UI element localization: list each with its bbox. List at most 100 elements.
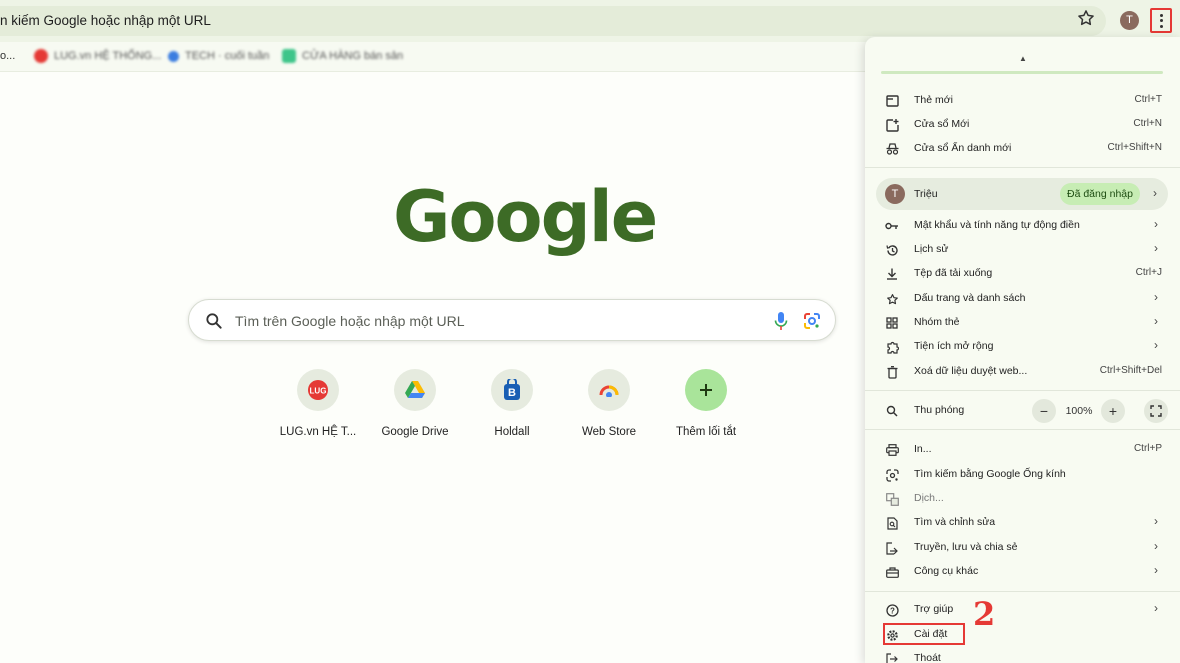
svg-text:LUG: LUG: [310, 387, 327, 396]
puzzle-icon: [885, 340, 899, 354]
menu-item-extensions[interactable]: Tiện ích mở rộng ›: [865, 335, 1180, 359]
menu-item-shortcut: Ctrl+T: [1134, 94, 1163, 105]
shortcut-icon-container: LUG: [297, 369, 339, 411]
menu-item-shortcut: Ctrl+Shift+N: [1107, 142, 1162, 153]
lug-logo-icon: LUG: [308, 380, 328, 400]
menu-item-translate[interactable]: Dịch...: [865, 487, 1180, 511]
menu-item-label: Công cụ khác: [914, 565, 979, 577]
menu-item-label: Tiện ích mở rộng: [914, 340, 994, 352]
menu-item-label: Tìm và chỉnh sửa: [914, 516, 996, 528]
shortcut-label: Google Drive: [381, 426, 449, 438]
key-icon: [885, 219, 899, 233]
bookmark-item[interactable]: LUG.vn HỆ THỐNG...: [34, 48, 161, 64]
signed-in-badge: Đã đăng nhập: [1060, 183, 1140, 205]
chevron-right-icon: ›: [1154, 241, 1158, 255]
zoom-in-button[interactable]: +: [1101, 399, 1125, 423]
menu-item-passwords[interactable]: Mật khẩu và tính năng tự động điền ›: [865, 214, 1180, 238]
menu-item-profile[interactable]: T Triệu Đã đăng nhập ›: [876, 178, 1168, 210]
menu-item-new-tab[interactable]: Thẻ mới Ctrl+T: [865, 89, 1180, 113]
menu-item-cast-save-share[interactable]: Truyền, lưu và chia sẻ ›: [865, 536, 1180, 560]
menu-item-label: Thẻ mới: [914, 94, 953, 106]
shortcut-label: Thêm lối tắt: [675, 426, 737, 438]
star-icon: [885, 292, 899, 306]
step-2-annotation: 2: [973, 595, 996, 633]
chevron-right-icon: ›: [1154, 314, 1158, 328]
holdall-icon: B: [504, 379, 520, 400]
menu-item-label: In...: [914, 443, 932, 455]
google-logo: Google: [393, 176, 658, 258]
shortcut-tile[interactable]: B Holdall: [464, 369, 560, 449]
history-icon: [885, 243, 899, 257]
bookmark-favicon-icon: [34, 49, 48, 63]
dot-icon: [1159, 13, 1163, 17]
svg-text:?: ?: [890, 606, 895, 615]
lens-icon: [885, 468, 899, 482]
bookmark-label: TECH · cuối tuần: [185, 50, 270, 62]
shortcut-icon-container: B: [491, 369, 533, 411]
menu-item-shortcut: Ctrl+J: [1135, 267, 1162, 278]
dot-icon: [1159, 19, 1163, 22]
avatar: T: [885, 184, 905, 204]
menu-item-more-tools[interactable]: Công cụ khác ›: [865, 560, 1180, 584]
microphone-icon[interactable]: [771, 310, 791, 332]
bookmark-overflow[interactable]: o...: [0, 48, 15, 64]
chevron-right-icon: ›: [1154, 514, 1158, 528]
zoom-level: 100%: [1065, 405, 1093, 417]
address-bar-text: n kiếm Google hoặc nhập một URL: [0, 13, 211, 28]
bookmark-star-icon[interactable]: [1076, 8, 1096, 28]
bookmark-item[interactable]: TECH · cuối tuần: [168, 48, 269, 64]
bookmark-favicon-icon: [282, 49, 296, 63]
browser-toolbar: n kiếm Google hoặc nhập một URL T: [0, 0, 1180, 42]
menu-item-label: Lịch sử: [914, 243, 949, 255]
address-bar[interactable]: n kiếm Google hoặc nhập một URL: [0, 6, 1106, 36]
menu-item-label: Tìm kiếm bằng Google Ống kính: [914, 468, 1066, 480]
menu-item-downloads[interactable]: Tệp đã tải xuống Ctrl+J: [865, 262, 1180, 286]
svg-text:B: B: [508, 387, 516, 399]
menu-item-incognito[interactable]: Cửa sổ Ẩn danh mới Ctrl+Shift+N: [865, 137, 1180, 161]
menu-item-tab-groups[interactable]: Nhóm thẻ ›: [865, 311, 1180, 335]
profile-name: Triệu: [914, 188, 938, 200]
menu-item-new-window[interactable]: Cửa sổ Mới Ctrl+N: [865, 113, 1180, 137]
fullscreen-button[interactable]: [1144, 399, 1168, 423]
menu-item-help[interactable]: ? Trợ giúp ›: [865, 598, 1180, 622]
zoom-out-button[interactable]: −: [1032, 399, 1056, 423]
new-tab-icon: [885, 94, 899, 108]
menu-item-shortcut: Ctrl+P: [1133, 443, 1162, 454]
shortcut-icon-container: [394, 369, 436, 411]
shortcut-label: Web Store: [581, 426, 637, 438]
chevron-right-icon: ›: [1154, 338, 1158, 352]
menu-item-label: Dấu trang và danh sách: [914, 292, 1026, 304]
menu-item-google-lens[interactable]: Tìm kiếm bằng Google Ống kính: [865, 463, 1180, 487]
add-shortcut-tile[interactable]: Thêm lối tắt: [658, 369, 754, 449]
translate-icon: [885, 492, 899, 506]
shortcut-icon-container: [685, 369, 727, 411]
shortcut-tile[interactable]: Web Store: [561, 369, 657, 449]
bookmark-label: LUG.vn HỆ THỐNG...: [54, 50, 162, 62]
search-box[interactable]: Tìm trên Google hoặc nhập một URL: [188, 299, 836, 341]
menu-item-shortcut: Ctrl+Shift+Del: [1099, 365, 1162, 376]
search-input[interactable]: Tìm trên Google hoặc nhập một URL: [235, 313, 465, 329]
menu-item-exit[interactable]: Thoát: [865, 647, 1180, 663]
menu-item-label: Cửa sổ Mới: [914, 118, 970, 130]
google-lens-icon[interactable]: [801, 310, 823, 332]
menu-item-bookmarks[interactable]: Dấu trang và danh sách ›: [865, 287, 1180, 311]
shortcut-tile[interactable]: Google Drive: [367, 369, 463, 449]
menu-item-label: Dịch...: [914, 492, 944, 504]
chevron-right-icon: ›: [1154, 601, 1158, 615]
menu-item-label: Mật khẩu và tính năng tự động điền: [914, 219, 1080, 231]
bookmark-item[interactable]: CỬA HÀNG bán sản: [282, 48, 403, 64]
settings-highlight-box: [883, 623, 965, 645]
menu-item-find-edit[interactable]: Tìm và chỉnh sửa ›: [865, 511, 1180, 535]
menu-item-history[interactable]: Lịch sử ›: [865, 238, 1180, 262]
menu-item-print[interactable]: In... Ctrl+P: [865, 438, 1180, 462]
chevron-right-icon: ›: [1154, 539, 1158, 553]
printer-icon: [885, 443, 899, 457]
menu-item-label: Cửa sổ Ẩn danh mới: [914, 142, 1012, 154]
menu-item-clear-data[interactable]: Xoá dữ liệu duyệt web... Ctrl+Shift+Del: [865, 360, 1180, 384]
zoom-icon: [885, 404, 899, 418]
chrome-menu-button[interactable]: [1150, 8, 1172, 33]
profile-avatar[interactable]: T: [1120, 11, 1139, 30]
plus-icon: [700, 384, 712, 396]
menu-item-label: Thu phóng: [914, 404, 965, 416]
shortcut-tile[interactable]: LUG LUG.vn HỆ T...: [270, 369, 366, 449]
